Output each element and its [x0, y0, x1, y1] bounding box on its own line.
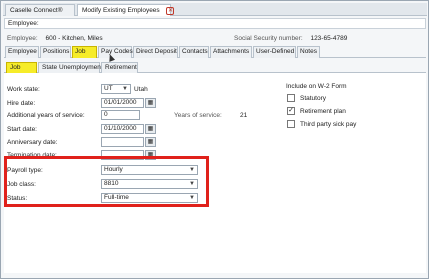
start-date-value: 01/10/2000 — [104, 125, 137, 132]
third-party-sick-pay-checkbox[interactable] — [287, 120, 295, 128]
tab-label: Modify Existing Employees — [82, 7, 160, 14]
work-state-select[interactable]: UT ▼ — [101, 84, 131, 94]
tab-label: Job — [10, 64, 21, 71]
document-tab-bar: Caselle Connect® Modify Existing Employe… — [3, 3, 427, 16]
w2-group-title: Include on W-2 Form — [286, 83, 347, 90]
start-date-input[interactable]: 01/10/2000 — [101, 124, 144, 134]
calendar-icon[interactable]: ▦ — [145, 124, 156, 134]
subtab-job[interactable]: Job — [6, 62, 37, 73]
additional-years-label: Additional years of service: — [7, 112, 85, 119]
tab-direct-deposit[interactable]: Direct Deposit — [133, 46, 178, 58]
sub-tab-bar: Job State Unemployment Retirement — [4, 62, 426, 73]
tab-attachments[interactable]: Attachments — [210, 46, 252, 58]
start-date-label: Start date: — [7, 126, 37, 133]
employee-info: Employee: 600 - Kitchen, Miles — [7, 34, 103, 43]
tab-employee[interactable]: Employee — [5, 46, 39, 58]
tab-contacts[interactable]: Contacts — [179, 46, 209, 58]
employee-value: 600 - Kitchen, Miles — [45, 35, 103, 42]
additional-years-input[interactable]: 0 — [101, 110, 140, 120]
tab-label: Contacts — [182, 48, 208, 55]
ssn-info: Social Security number: 123-65-4789 — [234, 34, 347, 43]
retirement-plan-checkbox[interactable]: ✓ — [287, 107, 295, 115]
tab-label: Notes — [300, 48, 317, 55]
ssn-label: Social Security number: — [234, 35, 303, 42]
tab-positions[interactable]: Positions — [40, 46, 71, 58]
checkmark-icon: ✓ — [288, 107, 294, 114]
tab-label: Employee — [8, 48, 37, 55]
tab-notes[interactable]: Notes — [297, 46, 320, 58]
employee-label: Employee: — [7, 35, 38, 42]
tab-label: Attachments — [213, 48, 250, 55]
anniversary-date-label: Anniversary date: — [7, 139, 58, 146]
main-tab-bar: Employee Positions Job Pay Codes Direct … — [4, 46, 426, 58]
retirement-plan-label: Retirement plan — [300, 108, 346, 115]
subtab-state-unemployment[interactable]: State Unemployment — [38, 62, 103, 73]
tab-modify-existing-employees[interactable]: Modify Existing Employees ✕ — [77, 4, 175, 16]
tab-job[interactable]: Job — [72, 46, 97, 58]
tab-caselle-connect[interactable]: Caselle Connect® — [5, 4, 75, 16]
statutory-checkbox[interactable] — [287, 94, 295, 102]
hire-date-value: 01/01/2000 — [104, 99, 137, 106]
tab-label: Caselle Connect® — [10, 7, 63, 14]
lookup-label: Employee: — [8, 20, 39, 27]
hire-date-input[interactable]: 01/01/2000 — [101, 98, 144, 108]
work-state-label: Work state: — [7, 86, 40, 93]
tab-label: Pay Codes — [101, 48, 133, 55]
tab-label: Retirement — [105, 64, 137, 71]
tab-label: User-Defined — [256, 48, 295, 55]
hire-date-label: Hire date: — [7, 100, 36, 107]
chevron-down-icon: ▼ — [122, 86, 128, 92]
years-of-service-value: 21 — [240, 112, 248, 119]
anniversary-date-input[interactable] — [101, 137, 144, 147]
tab-label: Direct Deposit — [136, 48, 177, 55]
third-party-sick-pay-label: Third party sick pay — [300, 121, 357, 128]
tab-label: State Unemployment — [42, 64, 103, 71]
tab-label: Positions — [43, 48, 70, 55]
years-of-service-label: Years of service: — [174, 112, 222, 119]
work-state-name: Utah — [134, 86, 148, 93]
tab-user-defined[interactable]: User-Defined — [253, 46, 296, 58]
subtab-retirement[interactable]: Retirement — [101, 62, 138, 73]
calendar-icon[interactable]: ▦ — [145, 137, 156, 147]
window-frame: Caselle Connect® Modify Existing Employe… — [0, 0, 429, 279]
work-state-value: UT — [104, 85, 113, 92]
close-icon[interactable]: ✕ — [166, 7, 175, 15]
annotation-highlight-box — [4, 156, 209, 207]
tab-pay-codes[interactable]: Pay Codes — [98, 46, 133, 58]
statutory-label: Statutory — [300, 95, 327, 102]
ssn-value: 123-65-4789 — [310, 35, 348, 42]
tab-label: Job — [75, 48, 86, 55]
additional-years-value: 0 — [104, 111, 108, 118]
calendar-icon[interactable]: ▦ — [145, 98, 156, 108]
employee-lookup-field[interactable]: Employee: — [4, 18, 426, 29]
